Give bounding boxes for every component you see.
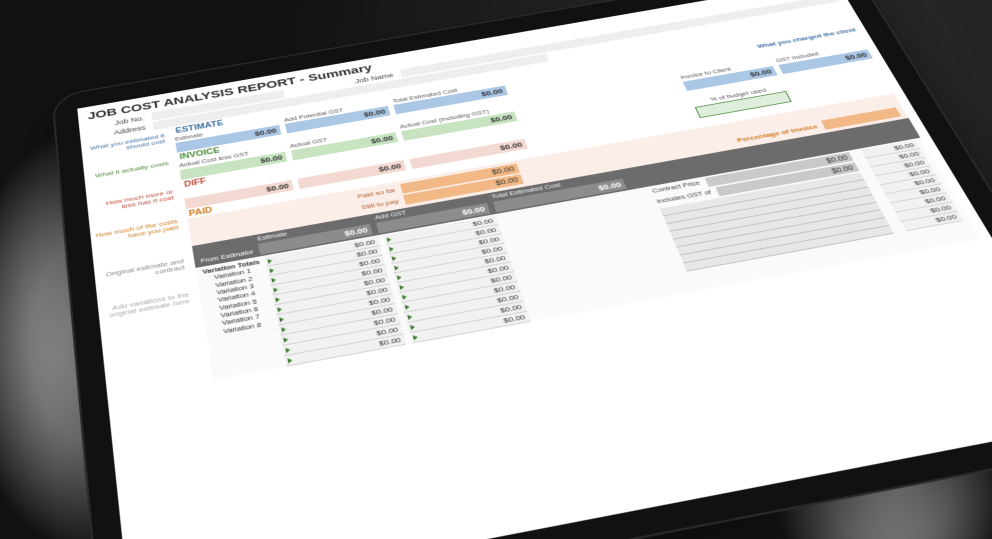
caption-diff: How much more or less has it cost <box>89 189 174 216</box>
tablet-body: JOB COST ANALYSIS REPORT - Summary Job N… <box>51 0 992 539</box>
caption-invoice: What it actually costs <box>86 161 169 181</box>
screen: JOB COST ANALYSIS REPORT - Summary Job N… <box>77 0 992 539</box>
variation-amount-col-1: $0.00 $0.00 $0.00 $0.00 $0.00 $0.00 $0.0… <box>265 237 406 367</box>
scene: JOB COST ANALYSIS REPORT - Summary Job N… <box>0 0 992 539</box>
variation-amount-col-2: $0.00 $0.00 $0.00 $0.00 $0.00 $0.00 $0.0… <box>384 215 531 343</box>
caption-variations: Add variations to the original estimate … <box>100 291 190 321</box>
report: JOB COST ANALYSIS REPORT - Summary Job N… <box>77 0 991 399</box>
tablet: JOB COST ANALYSIS REPORT - Summary Job N… <box>60 0 940 539</box>
caption-contract: Original estimate and contract <box>97 258 186 287</box>
